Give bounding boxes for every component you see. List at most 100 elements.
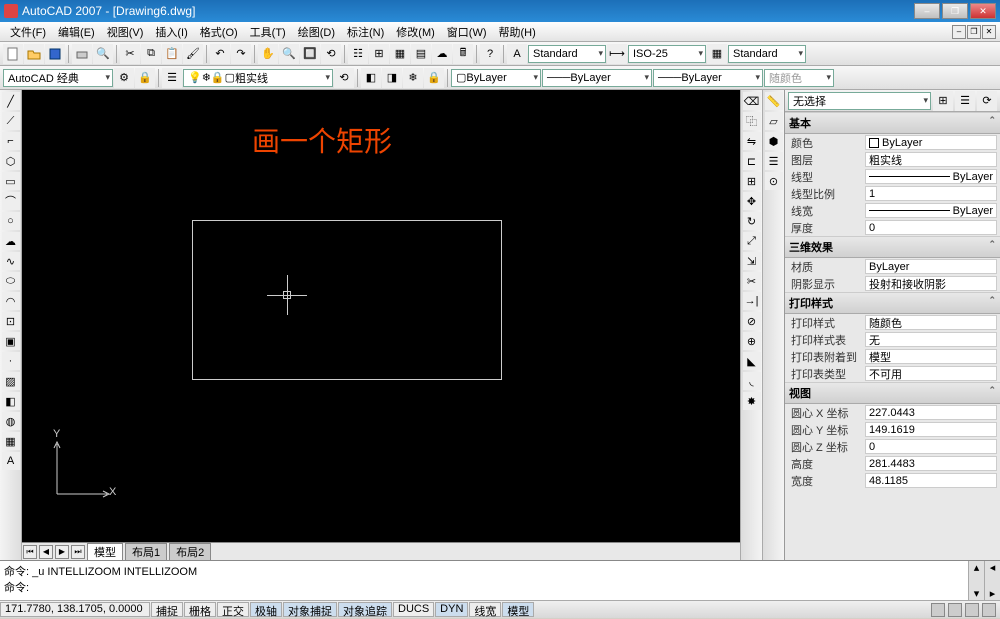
pline-icon[interactable]: ⌐ bbox=[2, 132, 20, 150]
prop-plotattach[interactable]: 模型 bbox=[865, 349, 997, 364]
layer-lock-icon[interactable]: 🔒 bbox=[424, 68, 444, 88]
tab-prev-icon[interactable]: ◀ bbox=[39, 545, 53, 559]
menu-view[interactable]: 视图(V) bbox=[101, 24, 150, 40]
prop-shadow[interactable]: 投射和接收阴影 bbox=[865, 276, 997, 291]
arc-icon[interactable]: ⌒ bbox=[2, 192, 20, 210]
pan-icon[interactable]: ✋ bbox=[258, 44, 278, 64]
prop-width[interactable]: 48.1185 bbox=[865, 473, 997, 488]
menu-window[interactable]: 窗口(W) bbox=[441, 24, 493, 40]
mtext-icon[interactable]: A bbox=[2, 452, 20, 470]
prop-plotstyle[interactable]: 随颜色 bbox=[865, 315, 997, 330]
stretch-icon[interactable]: ⇲ bbox=[743, 252, 761, 270]
command-window[interactable]: 命令: _u INTELLIZOOM INTELLIZOOM 命令: ▴▾ ◂▸ bbox=[0, 560, 1000, 600]
prop-plottype[interactable]: 不可用 bbox=[865, 366, 997, 381]
textstyle-icon[interactable]: A bbox=[507, 44, 527, 64]
break-icon[interactable]: ⊘ bbox=[743, 312, 761, 330]
cmd-scrollbar-h[interactable]: ◂▸ bbox=[984, 561, 1000, 600]
color-combo[interactable]: ▢ ByLayer bbox=[451, 69, 541, 87]
props-icon[interactable]: ☷ bbox=[348, 44, 368, 64]
array-icon[interactable]: ⊞ bbox=[743, 172, 761, 190]
prop-center-x[interactable]: 227.0443 bbox=[865, 405, 997, 420]
grid-toggle[interactable]: 栅格 bbox=[184, 602, 216, 617]
tablestyle-combo[interactable]: Standard bbox=[728, 45, 806, 63]
dimstyle-combo[interactable]: ISO-25 bbox=[628, 45, 706, 63]
polar-toggle[interactable]: 极轴 bbox=[250, 602, 282, 617]
snap-toggle[interactable]: 捕捉 bbox=[151, 602, 183, 617]
ellipse-icon[interactable]: ⬭ bbox=[2, 272, 20, 290]
textstyle-combo[interactable]: Standard bbox=[528, 45, 606, 63]
layer-props-icon[interactable]: ☰ bbox=[162, 68, 182, 88]
polygon-icon[interactable]: ⬡ bbox=[2, 152, 20, 170]
dc-icon[interactable]: ⊞ bbox=[369, 44, 389, 64]
model-toggle[interactable]: 模型 bbox=[502, 602, 534, 617]
section-3d[interactable]: 三维效果⌃ bbox=[785, 236, 1000, 258]
region-icon[interactable]: ◍ bbox=[2, 412, 20, 430]
selection-combo[interactable]: 无选择 bbox=[788, 92, 931, 110]
section-print[interactable]: 打印样式⌃ bbox=[785, 292, 1000, 314]
dist-icon[interactable]: 📏 bbox=[765, 92, 783, 110]
prop-layer[interactable]: 粗实线 bbox=[865, 152, 997, 167]
tab-next-icon[interactable]: ▶ bbox=[55, 545, 69, 559]
tool-palette-icon[interactable]: ▦ bbox=[390, 44, 410, 64]
undo-icon[interactable]: ↶ bbox=[210, 44, 230, 64]
new-icon[interactable] bbox=[3, 44, 23, 64]
revcloud-icon[interactable]: ☁ bbox=[2, 232, 20, 250]
explode-icon[interactable]: ✸ bbox=[743, 392, 761, 410]
fillet-icon[interactable]: ◟ bbox=[743, 372, 761, 390]
mdi-close-icon[interactable]: ✕ bbox=[982, 25, 996, 39]
tray-clean-icon[interactable] bbox=[965, 603, 979, 617]
minimize-button[interactable]: – bbox=[914, 3, 940, 19]
cut-icon[interactable]: ✂ bbox=[120, 44, 140, 64]
move-icon[interactable]: ✥ bbox=[743, 192, 761, 210]
section-view[interactable]: 视图⌃ bbox=[785, 382, 1000, 404]
layer-off-icon[interactable]: ◨ bbox=[382, 68, 402, 88]
prop-material[interactable]: ByLayer bbox=[865, 259, 997, 274]
menu-dim[interactable]: 标注(N) bbox=[341, 24, 390, 40]
menu-draw[interactable]: 绘图(D) bbox=[292, 24, 341, 40]
menu-edit[interactable]: 编辑(E) bbox=[52, 24, 101, 40]
list-icon[interactable]: ☰ bbox=[765, 152, 783, 170]
mdi-restore-icon[interactable]: ❐ bbox=[967, 25, 981, 39]
dyn-toggle[interactable]: DYN bbox=[435, 602, 468, 617]
sheet-icon[interactable]: ▤ bbox=[411, 44, 431, 64]
prop-center-z[interactable]: 0 bbox=[865, 439, 997, 454]
layer-iso-icon[interactable]: ◧ bbox=[361, 68, 381, 88]
chamfer-icon[interactable]: ◣ bbox=[743, 352, 761, 370]
menu-tools[interactable]: 工具(T) bbox=[244, 24, 292, 40]
section-basic[interactable]: 基本⌃ bbox=[785, 112, 1000, 134]
extend-icon[interactable]: →| bbox=[743, 292, 761, 310]
quickselect-icon[interactable]: ⊞ bbox=[933, 91, 953, 111]
menu-modify[interactable]: 修改(M) bbox=[390, 24, 441, 40]
region-mass-icon[interactable]: ⬢ bbox=[765, 132, 783, 150]
copy-obj-icon[interactable]: ⿻ bbox=[743, 112, 761, 130]
erase-icon[interactable]: ⌫ bbox=[743, 92, 761, 110]
copy-icon[interactable]: ⧉ bbox=[141, 44, 161, 64]
ellipse-arc-icon[interactable]: ◠ bbox=[2, 292, 20, 310]
dimstyle-icon[interactable]: ⟼ bbox=[607, 44, 627, 64]
rotate-icon[interactable]: ↻ bbox=[743, 212, 761, 230]
xline-icon[interactable]: ⟋ bbox=[2, 112, 20, 130]
workspace-settings-icon[interactable]: ⚙ bbox=[114, 68, 134, 88]
tab-layout1[interactable]: 布局1 bbox=[125, 543, 167, 561]
scale-icon[interactable]: ⤢ bbox=[743, 232, 761, 250]
workspace-combo[interactable]: AutoCAD 经典 bbox=[3, 69, 113, 87]
markup-icon[interactable]: ☁ bbox=[432, 44, 452, 64]
close-button[interactable]: ✕ bbox=[970, 3, 996, 19]
prop-ltscale[interactable]: 1 bbox=[865, 186, 997, 201]
prop-plottable[interactable]: 无 bbox=[865, 332, 997, 347]
lwt-toggle[interactable]: 线宽 bbox=[469, 602, 501, 617]
otrack-toggle[interactable]: 对象追踪 bbox=[338, 602, 392, 617]
menu-format[interactable]: 格式(O) bbox=[194, 24, 244, 40]
pickadd-icon[interactable]: ⟳ bbox=[977, 91, 997, 111]
tray-comm-icon[interactable] bbox=[931, 603, 945, 617]
prop-linetype[interactable]: ByLayer bbox=[865, 169, 997, 184]
menu-insert[interactable]: 插入(I) bbox=[149, 24, 193, 40]
tab-model[interactable]: 模型 bbox=[87, 543, 123, 561]
model-viewport[interactable]: 画一个矩形 Y X bbox=[22, 90, 740, 542]
zoom-prev-icon[interactable]: ⟲ bbox=[321, 44, 341, 64]
tray-max-icon[interactable] bbox=[982, 603, 996, 617]
tab-layout2[interactable]: 布局2 bbox=[169, 543, 211, 561]
hatch-icon[interactable]: ▨ bbox=[2, 372, 20, 390]
coordinate-display[interactable]: 171.7780, 138.1705, 0.0000 bbox=[0, 602, 150, 617]
insert-icon[interactable]: ⊡ bbox=[2, 312, 20, 330]
